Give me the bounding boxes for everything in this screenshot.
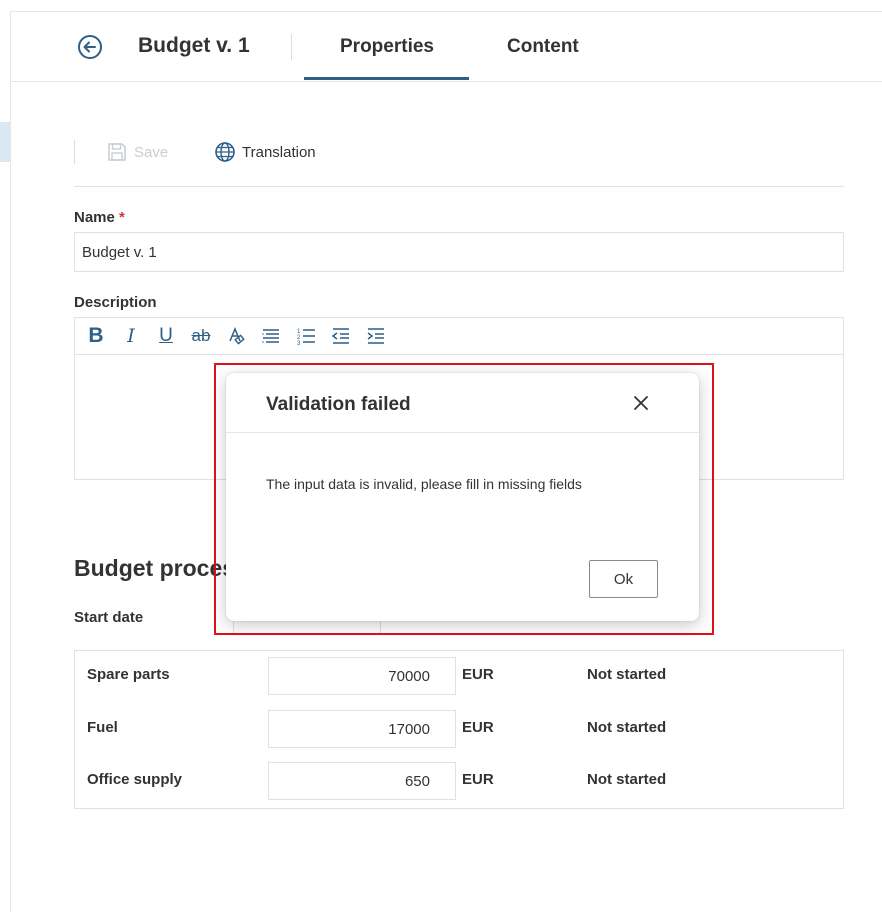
amount-value: 17000 xyxy=(388,720,430,738)
name-field-value: Budget v. 1 xyxy=(82,243,157,261)
row-label-spare-parts: Spare parts xyxy=(87,666,170,683)
active-tab-indicator xyxy=(304,77,469,80)
back-button[interactable] xyxy=(77,34,103,60)
italic-icon[interactable]: I xyxy=(118,323,144,349)
ordered-list-icon[interactable]: 123 xyxy=(293,323,319,349)
amount-field-fuel[interactable]: 17000 xyxy=(268,710,456,748)
align-icon[interactable] xyxy=(258,323,284,349)
amount-value: 70000 xyxy=(388,667,430,685)
currency-label: EUR xyxy=(462,771,494,788)
currency-label: EUR xyxy=(462,719,494,736)
underline-icon[interactable]: U xyxy=(153,323,179,349)
tab-properties[interactable]: Properties xyxy=(340,36,434,58)
form-toolbar: Save Translation xyxy=(74,138,844,168)
status-label: Not started xyxy=(587,771,667,788)
name-label-text: Name xyxy=(74,209,115,226)
translation-label: Translation xyxy=(242,143,316,161)
translation-button[interactable]: Translation xyxy=(214,140,316,164)
save-button[interactable]: Save xyxy=(106,140,168,164)
left-panel-selected-indicator xyxy=(0,122,10,162)
close-button[interactable] xyxy=(630,392,652,414)
outdent-icon[interactable] xyxy=(328,323,354,349)
ok-button[interactable]: Ok xyxy=(589,560,658,598)
close-icon xyxy=(634,396,648,410)
currency-label: EUR xyxy=(462,666,494,683)
bold-icon[interactable]: B xyxy=(83,323,109,349)
description-label: Description xyxy=(74,294,157,311)
row-label-fuel: Fuel xyxy=(87,719,118,736)
required-mark: * xyxy=(119,209,125,226)
budget-table: Spare parts 70000 EUR Not started Fuel 1… xyxy=(74,650,844,809)
indent-icon[interactable] xyxy=(363,323,389,349)
globe-icon xyxy=(215,142,235,162)
toolbar-divider xyxy=(74,186,844,187)
app-window: Budget v. 1 Properties Content Save Tran… xyxy=(0,0,882,912)
status-label: Not started xyxy=(587,666,667,683)
page-title: Budget v. 1 xyxy=(138,34,250,57)
amount-field-spare-parts[interactable]: 70000 xyxy=(268,657,456,695)
start-date-label: Start date xyxy=(74,609,144,626)
tab-content[interactable]: Content xyxy=(507,36,579,58)
amount-field-office-supply[interactable]: 650 xyxy=(268,762,456,800)
toolbar-separator xyxy=(74,140,75,164)
header-divider xyxy=(291,34,292,60)
name-label: Name * xyxy=(74,209,125,226)
dialog-divider xyxy=(226,432,699,433)
strikethrough-icon[interactable]: ab xyxy=(188,323,214,349)
name-field[interactable]: Budget v. 1 xyxy=(74,232,844,272)
svg-text:3: 3 xyxy=(297,341,301,346)
clear-format-icon[interactable] xyxy=(223,323,249,349)
dialog-message: The input data is invalid, please fill i… xyxy=(266,476,582,492)
back-arrow-icon xyxy=(78,35,102,59)
row-label-office-supply: Office supply xyxy=(87,771,183,788)
validation-dialog: Validation failed The input data is inva… xyxy=(226,373,699,621)
editor-toolbar: B I U ab 123 xyxy=(75,318,843,355)
save-icon xyxy=(108,143,126,161)
dialog-title: Validation failed xyxy=(266,394,411,415)
status-label: Not started xyxy=(587,719,667,736)
left-panel-edge xyxy=(10,12,11,912)
page-header: Budget v. 1 Properties Content xyxy=(11,12,882,82)
amount-value: 650 xyxy=(404,772,430,790)
save-label: Save xyxy=(134,143,169,161)
